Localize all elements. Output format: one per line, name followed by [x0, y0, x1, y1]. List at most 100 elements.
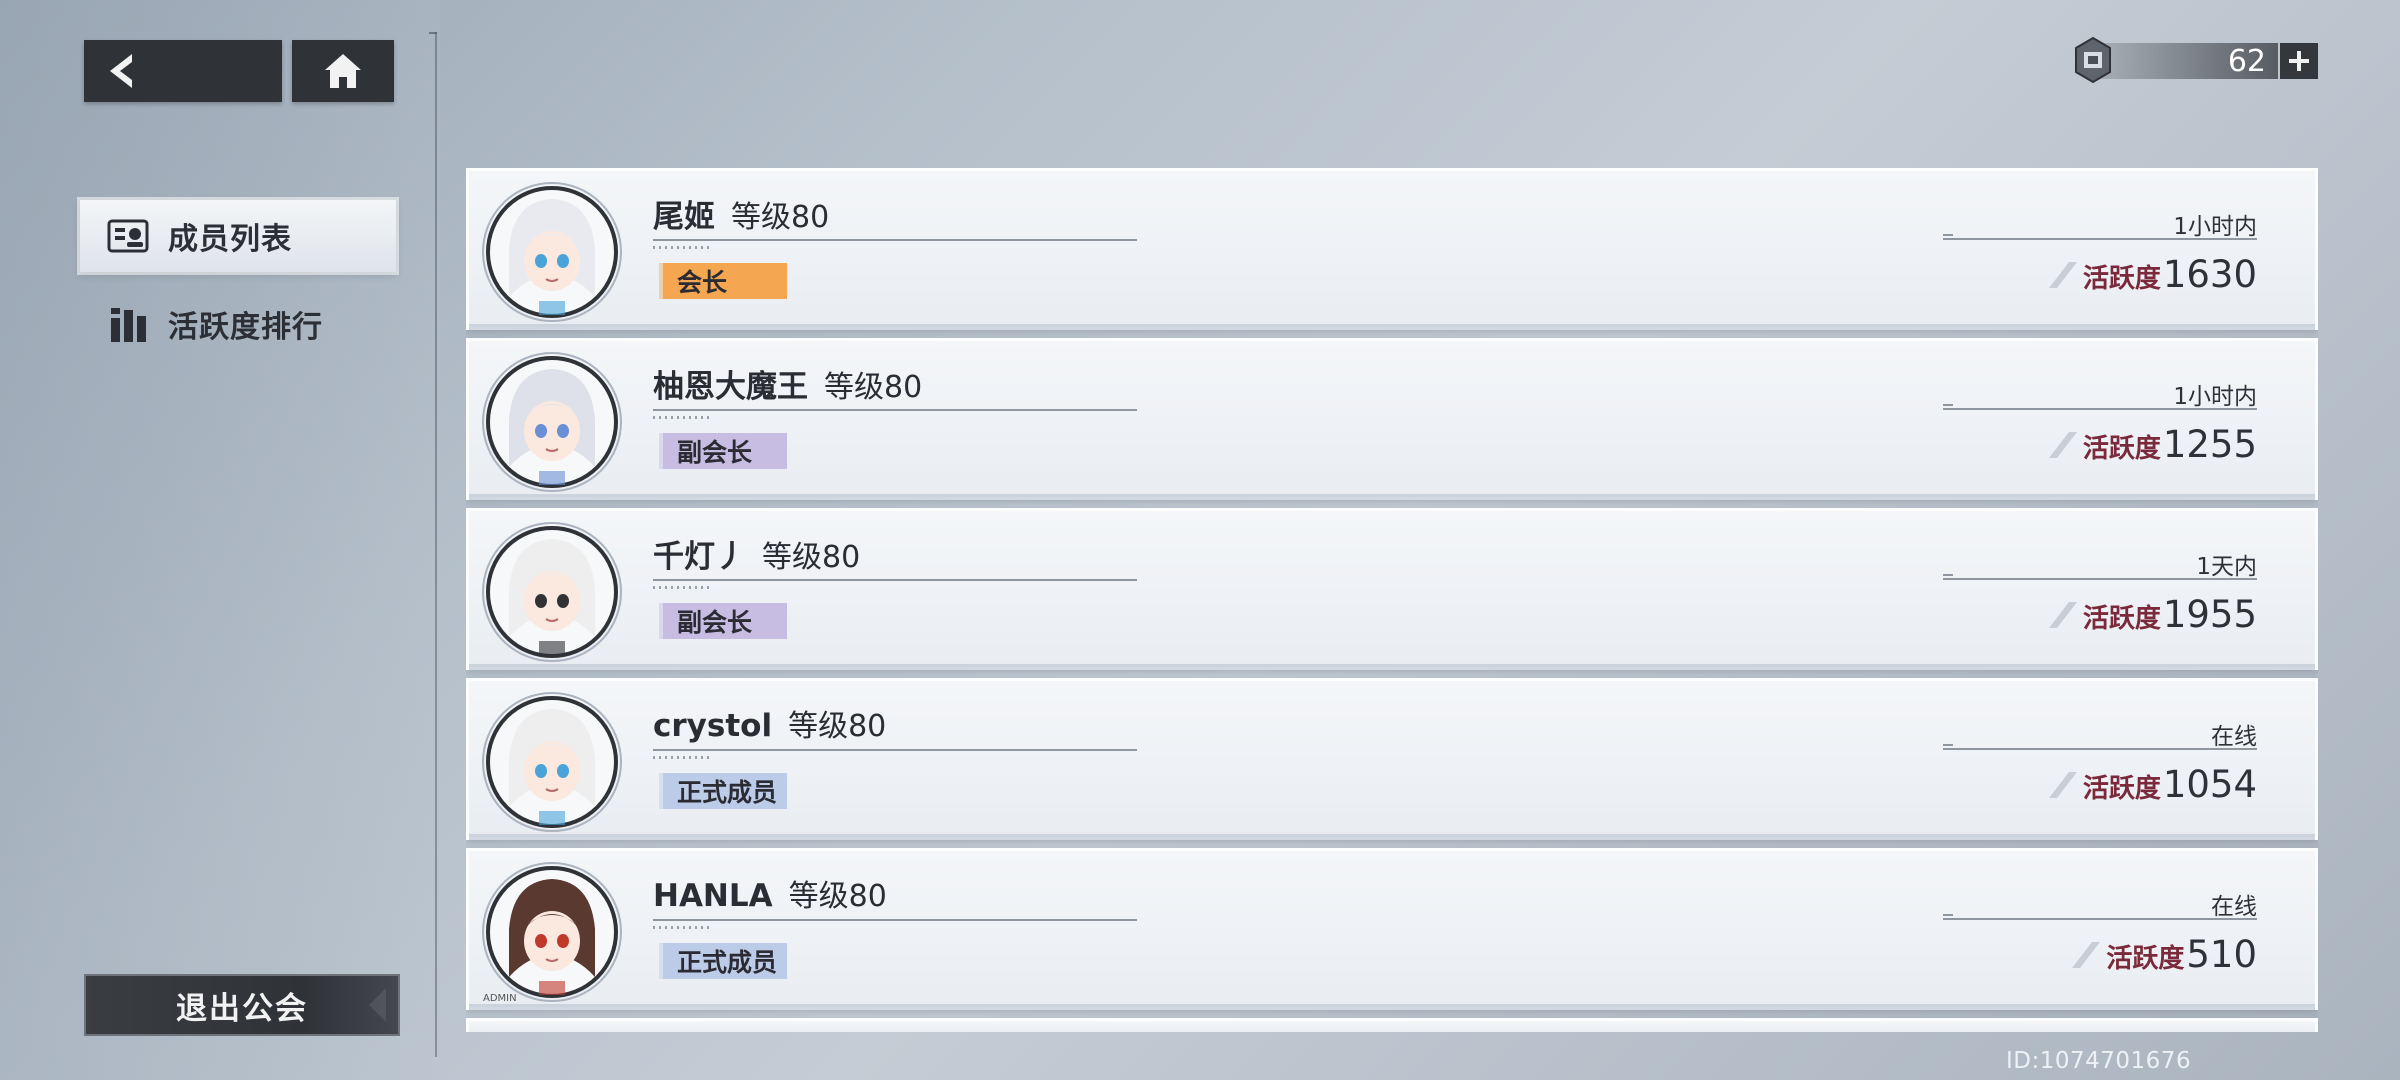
member-avatar[interactable]: ADMIN	[479, 859, 625, 1005]
member-name: 柚恩大魔王	[653, 369, 808, 405]
slash-decoration-icon	[2048, 601, 2077, 628]
activity-label: 活跃度	[2082, 264, 2161, 294]
activity-label: 活跃度	[2082, 774, 2161, 804]
ranking-bars-icon	[106, 304, 150, 344]
member-name-row: HANLA 等级80	[653, 871, 887, 915]
last-online: 在线	[2211, 724, 2257, 750]
member-avatar[interactable]	[479, 179, 625, 325]
activity-label: 活跃度	[2106, 944, 2185, 974]
member-card[interactable]: 千灯丿 等级80 副会长 1天内 活跃度 1955	[466, 508, 2318, 670]
name-underline-dots	[653, 926, 713, 929]
member-avatar[interactable]	[479, 689, 625, 835]
last-online: 1小时内	[2173, 214, 2257, 240]
avatar-portrait-icon	[482, 182, 622, 322]
status-underline	[1943, 744, 2257, 750]
member-avatar[interactable]	[479, 519, 625, 665]
currency-display: 62	[2072, 36, 2318, 84]
avatar-portrait-icon	[482, 352, 622, 492]
back-arrow-icon	[110, 54, 132, 88]
activity-value: 1630	[2162, 253, 2257, 296]
name-underline-dots	[653, 756, 713, 759]
nav-label-member-list: 成员列表	[168, 222, 292, 257]
currency-value: 62	[2227, 43, 2266, 79]
leave-guild-button[interactable]: 退出公会	[84, 974, 400, 1036]
activity-score: 活跃度 1255	[2048, 423, 2257, 466]
member-level: 等级80	[788, 879, 887, 914]
nav-item-activity-ranking[interactable]: 活跃度排行	[80, 288, 396, 360]
member-card-partial[interactable]	[466, 1018, 2318, 1032]
member-card[interactable]: ADMIN HANLA 等级80 正式成员 在线 活跃度 510	[466, 848, 2318, 1010]
name-underline	[653, 409, 1137, 411]
panel-divider	[435, 32, 437, 1057]
stamina-device-icon	[2075, 36, 2111, 84]
member-list[interactable]: 尾姬 等级80 会长 1小时内 活跃度 1630 柚恩大魔王 等级80 副会长 …	[466, 168, 2318, 1032]
role-badge: 副会长	[659, 433, 787, 469]
last-online: 1天内	[2196, 554, 2257, 580]
member-card[interactable]: 柚恩大魔王 等级80 副会长 1小时内 活跃度 1255	[466, 338, 2318, 500]
name-underline	[653, 239, 1137, 241]
activity-score: 活跃度 1054	[2048, 763, 2257, 806]
member-name-row: 柚恩大魔王 等级80	[653, 361, 922, 406]
role-label: 正式成员	[677, 778, 778, 807]
member-level: 等级80	[762, 540, 861, 575]
role-label: 副会长	[677, 608, 753, 637]
member-level: 等级80	[824, 370, 923, 405]
nav-label-activity-ranking: 活跃度排行	[168, 310, 323, 345]
role-badge: 副会长	[659, 603, 787, 639]
avatar-tag: ADMIN	[483, 993, 517, 1004]
member-avatar[interactable]	[479, 349, 625, 495]
role-badge: 正式成员	[659, 773, 787, 809]
member-name-row: 尾姬 等级80	[653, 191, 829, 236]
name-underline-dots	[653, 246, 713, 249]
role-badge: 正式成员	[659, 943, 787, 979]
status-underline	[1943, 234, 2257, 240]
avatar-portrait-icon: ADMIN	[482, 862, 622, 1004]
activity-value: 1955	[2162, 593, 2257, 636]
role-badge: 会长	[659, 263, 787, 299]
status-underline	[1943, 574, 2257, 580]
member-name-row: 千灯丿 等级80	[653, 531, 860, 576]
home-button[interactable]	[292, 40, 394, 102]
member-name: 尾姬	[653, 199, 715, 235]
activity-value: 1054	[2162, 763, 2257, 806]
name-underline	[653, 919, 1137, 921]
name-underline-dots	[653, 586, 713, 589]
slash-decoration-icon	[2048, 261, 2077, 288]
activity-label: 活跃度	[2082, 604, 2161, 634]
name-underline	[653, 579, 1137, 581]
role-label: 副会长	[677, 438, 753, 467]
currency-bar: 62	[2098, 43, 2278, 79]
plus-icon	[2289, 51, 2309, 71]
member-name: crystol	[653, 708, 773, 744]
member-card[interactable]: crystol 等级80 正式成员 在线 活跃度 1054	[466, 678, 2318, 840]
member-card[interactable]: 尾姬 等级80 会长 1小时内 活跃度 1630	[466, 168, 2318, 330]
name-underline-dots	[653, 416, 713, 419]
back-button[interactable]	[84, 40, 282, 102]
last-online: 在线	[2211, 894, 2257, 920]
status-underline	[1943, 404, 2257, 410]
activity-score: 活跃度 1630	[2048, 253, 2257, 296]
slash-decoration-icon	[2048, 771, 2077, 798]
activity-score: 活跃度 1955	[2048, 593, 2257, 636]
home-icon	[325, 54, 361, 88]
member-level: 等级80	[731, 200, 830, 235]
activity-label: 活跃度	[2082, 434, 2161, 464]
activity-score: 活跃度 510	[2072, 933, 2257, 976]
activity-value: 510	[2186, 933, 2257, 976]
member-name: HANLA	[653, 878, 773, 914]
name-underline	[653, 749, 1137, 751]
player-id: ID:1074701676	[2006, 1048, 2192, 1074]
member-name: 千灯丿	[653, 539, 746, 575]
nav-item-member-list[interactable]: 成员列表	[80, 200, 396, 272]
last-online: 1小时内	[2173, 384, 2257, 410]
role-label: 正式成员	[677, 948, 778, 977]
activity-value: 1255	[2162, 423, 2257, 466]
add-currency-button[interactable]	[2280, 43, 2318, 79]
leave-guild-label: 退出公会	[176, 990, 308, 1027]
left-panel-background	[0, 0, 440, 1080]
status-underline	[1943, 914, 2257, 920]
avatar-portrait-icon	[482, 692, 622, 832]
member-level: 等级80	[788, 709, 887, 744]
role-label: 会长	[677, 268, 728, 297]
slash-decoration-icon	[2048, 431, 2077, 458]
